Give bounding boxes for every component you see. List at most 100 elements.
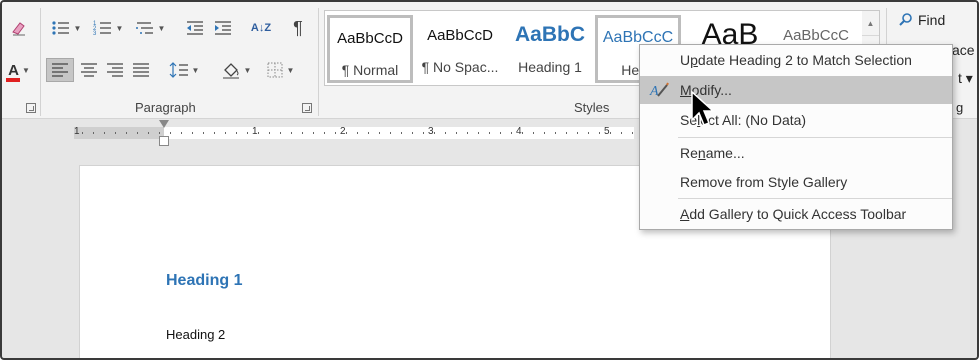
font-dialog-launcher-icon[interactable] [26, 103, 36, 113]
ruler-tick [181, 132, 182, 134]
style-name: ¶ No Spac... [421, 59, 499, 75]
horizontal-ruler[interactable]: 1 1 2 3 4 5 [74, 126, 634, 139]
numbering-icon: 123 [93, 21, 111, 37]
ruler-tick [588, 132, 589, 134]
ruler-tick [599, 132, 600, 134]
modify-style-icon: A [649, 82, 669, 99]
line-spacing-button[interactable]: ▼ [166, 58, 202, 82]
left-indent-marker[interactable] [159, 136, 169, 146]
ruler-tick [368, 132, 369, 134]
select-button-fragment[interactable]: t ▾ [958, 70, 973, 87]
style-sample: AaBbCcD [337, 29, 403, 47]
align-left-button[interactable] [46, 58, 74, 82]
ruler-tick [313, 132, 314, 134]
menu-item-update-heading-2[interactable]: Update Heading 2 to Match Selection [640, 46, 952, 74]
style-tile-normal[interactable]: AaBbCcD ¶ Normal [327, 15, 413, 83]
ruler-tick [610, 132, 611, 134]
menu-item-label: Update Heading 2 to Match Selection [680, 52, 912, 68]
borders-button[interactable]: ▼ [262, 58, 298, 82]
align-left-icon [52, 63, 68, 77]
menu-item-remove-from-gallery[interactable]: Remove from Style Gallery [640, 168, 952, 196]
decrease-indent-button[interactable] [182, 16, 208, 40]
paint-bucket-icon [222, 63, 239, 79]
ruler-tick [412, 132, 413, 134]
ruler-tick [214, 132, 215, 134]
ruler-tick [445, 132, 446, 134]
decrease-indent-icon [187, 21, 203, 35]
ruler-tick [324, 132, 325, 134]
ruler-tick [291, 132, 292, 134]
svg-text:A: A [649, 84, 659, 99]
menu-separator [678, 137, 952, 138]
ruler-tick [456, 132, 457, 134]
shading-button[interactable]: ▼ [218, 58, 254, 82]
search-icon [899, 13, 912, 26]
justify-button[interactable] [128, 58, 154, 82]
mouse-pointer-icon [691, 90, 715, 126]
paragraph-dialog-launcher-icon[interactable] [302, 103, 312, 113]
find-button[interactable]: Find [898, 12, 945, 28]
menu-item-add-gallery-to-qat[interactable]: Add Gallery to Quick Access Toolbar [640, 200, 952, 228]
sort-button[interactable]: A↓Z [248, 16, 274, 40]
ruler-tick [621, 132, 622, 134]
align-right-icon [107, 63, 123, 77]
ruler-tick [203, 132, 204, 134]
ruler-tick [302, 132, 303, 134]
align-center-button[interactable] [76, 58, 102, 82]
ruler-tick [115, 132, 116, 134]
justify-icon [133, 63, 149, 77]
ruler-number: 5 [604, 126, 610, 137]
ruler-tick [225, 132, 226, 134]
heading-1-text[interactable]: Heading 1 [166, 272, 242, 290]
replace-button-fragment[interactable]: ace [952, 42, 975, 58]
bullets-button[interactable]: ▼ [48, 16, 84, 40]
ruler-tick [280, 132, 281, 134]
ruler-tick [533, 132, 534, 134]
style-name: Heading 1 [518, 59, 582, 75]
ruler-tick [159, 132, 160, 134]
ruler-tick [577, 132, 578, 134]
paragraph-group-label: Paragraph [135, 100, 196, 115]
clear-formatting-icon[interactable] [8, 16, 30, 40]
ruler-tick [247, 132, 248, 134]
numbering-button[interactable]: 1 2 3 ▼ [90, 16, 126, 40]
multilevel-list-button[interactable]: ▼ [132, 16, 168, 40]
ruler-tick [93, 132, 94, 134]
style-sample: AaBbC [514, 23, 585, 46]
ruler-tick [434, 132, 435, 134]
align-center-icon [81, 63, 97, 77]
style-tile-heading-1[interactable]: AaBbC Heading 1 [507, 15, 593, 83]
ruler-tick [236, 132, 237, 134]
gallery-up-icon[interactable]: ▲ [862, 11, 879, 36]
ruler-tick [126, 132, 127, 134]
font-color-button[interactable]: A ▼ [4, 58, 34, 82]
heading-2-text[interactable]: Heading 2 [166, 327, 225, 342]
style-tile-no-spacing[interactable]: AaBbCcD ¶ No Spac... [417, 15, 503, 83]
ruler-tick [566, 132, 567, 134]
menu-item-select-all[interactable]: Select All: (No Data) [640, 106, 952, 134]
style-name: ¶ Normal [341, 62, 399, 78]
menu-item-label: Rename... [680, 145, 745, 161]
borders-icon [267, 62, 283, 78]
menu-item-rename[interactable]: Rename... [640, 139, 952, 167]
ruler-number: 3 [428, 126, 434, 137]
ruler-tick [500, 132, 501, 134]
svg-text:3: 3 [93, 31, 97, 37]
menu-item-label: Add Gallery to Quick Access Toolbar [680, 206, 907, 222]
editing-group-label-fragment: g [956, 100, 964, 115]
increase-indent-button[interactable] [210, 16, 236, 40]
ruler-number: 4 [516, 126, 522, 137]
menu-item-label: Remove from Style Gallery [680, 174, 848, 190]
ruler-tick [357, 132, 358, 134]
style-context-menu: Update Heading 2 to Match Selection A Mo… [639, 44, 953, 230]
ruler-tick [401, 132, 402, 134]
show-formatting-button[interactable]: ¶ [286, 16, 310, 40]
ruler-tick [137, 132, 138, 134]
style-sample: AaBbCcD [427, 26, 493, 44]
align-right-button[interactable] [102, 58, 128, 82]
menu-item-modify[interactable]: A Modify... [640, 76, 952, 104]
find-label: Find [918, 12, 946, 28]
ruler-tick [335, 132, 336, 134]
ruler-tick [467, 132, 468, 134]
first-line-indent-marker[interactable] [159, 120, 169, 128]
